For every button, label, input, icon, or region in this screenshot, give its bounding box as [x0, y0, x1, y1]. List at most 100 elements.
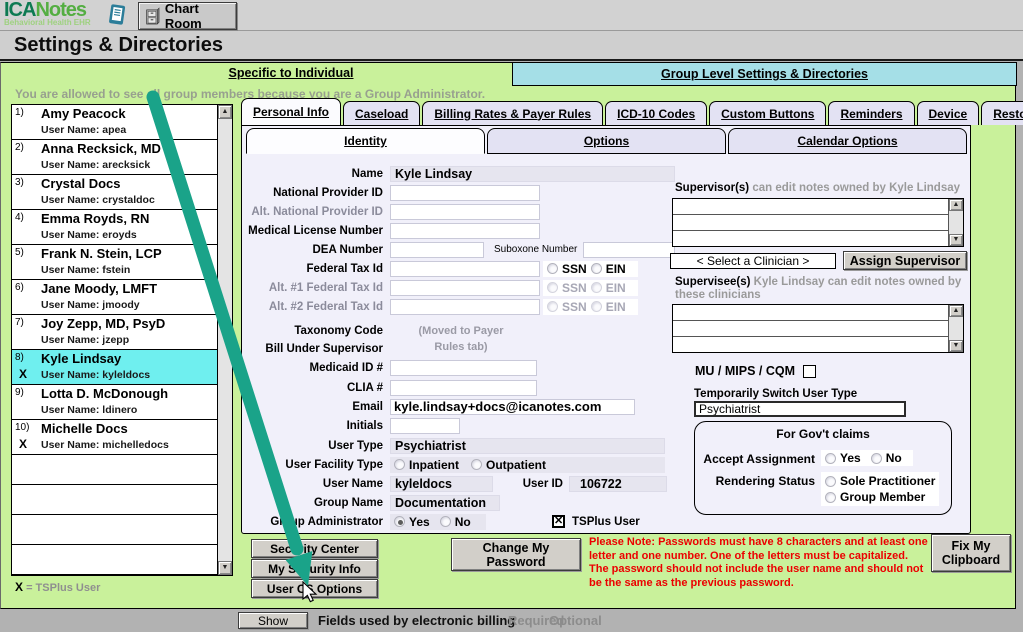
alt-npi-input[interactable] — [390, 204, 540, 220]
user-facility-label: User Facility Type — [247, 459, 383, 471]
user-list-item[interactable]: 7)Joy Zepp, MD, PsyDUser Name: jzepp — [12, 315, 217, 350]
user-list-username: User Name: fstein — [41, 264, 130, 276]
supervisor-listbox-scrollbar[interactable]: ▲ ▼ — [948, 199, 963, 246]
user-list-item[interactable]: 9)Lotta D. McDonoughUser Name: ldinero — [12, 385, 217, 420]
mu-mips-cqm-row: MU / MIPS / CQM — [695, 364, 816, 378]
select-clinician-dropdown[interactable]: < Select a Clinician > — [670, 253, 836, 269]
user-cs-options-button[interactable]: User CS Options — [251, 579, 378, 598]
switch-user-type-input[interactable] — [694, 401, 906, 417]
user-list-item[interactable]: 3)Crystal DocsUser Name: crystaldoc — [12, 175, 217, 210]
medical-license-input[interactable] — [390, 223, 540, 239]
subtab-identity[interactable]: Identity — [246, 128, 485, 154]
tab-specific-to-individual[interactable]: Specific to Individual — [81, 66, 501, 80]
alt2-ssn-radio[interactable] — [547, 301, 558, 312]
group-member-radio[interactable] — [825, 492, 836, 503]
user-list-item[interactable]: 2)Anna Recksick, MDUser Name: arecksick — [12, 140, 217, 175]
personal-info-panel: IdentityOptionsCalendar Options Name Kyl… — [241, 125, 971, 534]
ein-radio[interactable] — [591, 263, 602, 274]
user-list-item[interactable]: 5)Frank N. Stein, LCPUser Name: fstein — [12, 245, 217, 280]
user-list-item[interactable]: 1)Amy PeacockUser Name: apea — [12, 105, 217, 140]
user-name-field[interactable]: kyleldocs — [390, 476, 493, 492]
accept-no-radio[interactable] — [871, 453, 882, 464]
email-input[interactable] — [390, 399, 635, 415]
moved-to-payer-note: (Moved to Payer Rules tab) — [402, 323, 520, 355]
tab-reminders[interactable]: Reminders — [828, 101, 914, 125]
subtab-options[interactable]: Options — [487, 128, 726, 154]
alt-npi-label: Alt. National Provider ID — [247, 206, 383, 218]
user-type-row: User Type Psychiatrist — [247, 437, 665, 454]
suboxone-input[interactable] — [583, 242, 675, 258]
user-list-empty-row[interactable] — [12, 545, 217, 575]
tsplus-checkbox[interactable] — [552, 515, 565, 528]
federal-tax-input[interactable] — [390, 261, 540, 277]
user-list-item[interactable]: 8)Kyle LindsayUser Name: kyleldocsX — [12, 350, 217, 385]
user-type-field[interactable]: Psychiatrist — [390, 438, 665, 454]
dea-input[interactable] — [390, 242, 484, 258]
initials-input[interactable] — [390, 418, 460, 434]
file-cabinet-icon — [145, 6, 160, 27]
supervisee-listbox[interactable]: ▲ ▼ — [672, 304, 964, 353]
ssn-radio[interactable] — [547, 263, 558, 274]
alt2-federal-tax-input[interactable] — [390, 299, 540, 315]
scroll-down-icon[interactable]: ▼ — [949, 234, 963, 246]
group-name-field[interactable]: Documentation — [390, 495, 500, 511]
my-security-info-button[interactable]: My Security Info — [251, 559, 378, 578]
tab-caseload[interactable]: Caseload — [343, 101, 420, 125]
show-button[interactable]: Show — [238, 612, 308, 629]
tab-restore-deleted[interactable]: Restore Deleted — [981, 101, 1023, 125]
scroll-up-icon[interactable]: ▲ — [949, 305, 963, 317]
user-list-number: 10) — [15, 422, 29, 433]
user-list-item[interactable]: 4)Emma Royds, RNUser Name: eroyds — [12, 210, 217, 245]
tab-group-level-settings[interactable]: Group Level Settings & Directories — [512, 62, 1017, 86]
user-list-empty-row[interactable] — [12, 485, 217, 515]
user-list-name: Crystal Docs — [41, 176, 120, 191]
tab-personal-info[interactable]: Personal Info — [241, 98, 341, 125]
name-field[interactable]: Kyle Lindsay — [390, 166, 675, 182]
security-center-button[interactable]: Security Center — [251, 539, 378, 558]
federal-tax-label: Federal Tax Id — [247, 263, 383, 275]
settings-directories-window: ICANotes Behavioral Health EHR — [0, 0, 1023, 632]
alt2-ein-radio[interactable] — [591, 301, 602, 312]
user-list-scrollbar[interactable]: ▲ ▼ — [217, 105, 232, 575]
tab-billing-rates-payer-rules[interactable]: Billing Rates & Payer Rules — [422, 101, 603, 125]
mu-mips-cqm-checkbox[interactable] — [803, 365, 816, 378]
taxonomy-label: Taxonomy Code — [247, 325, 383, 337]
scroll-down-icon[interactable]: ▼ — [949, 340, 963, 352]
group-admin-yes-radio[interactable] — [394, 516, 405, 527]
subtab-calendar-options[interactable]: Calendar Options — [728, 128, 967, 154]
scroll-up-icon[interactable]: ▲ — [218, 105, 232, 119]
scroll-up-icon[interactable]: ▲ — [949, 199, 963, 211]
chart-room-button[interactable]: Chart Room — [138, 2, 237, 30]
assign-supervisor-button[interactable]: Assign Supervisor — [843, 251, 967, 270]
inpatient-radio[interactable] — [394, 459, 405, 470]
tab-device[interactable]: Device — [917, 101, 980, 125]
accept-yes-radio[interactable] — [825, 453, 836, 464]
medical-license-row: Medical License Number — [247, 222, 540, 239]
sole-practitioner-radio[interactable] — [825, 476, 836, 487]
supervisor-listbox[interactable]: ▲ ▼ — [672, 198, 964, 247]
user-name-row: User Name kyleldocs User ID 106722 — [247, 475, 667, 492]
npi-input[interactable] — [390, 185, 540, 201]
user-list-empty-row[interactable] — [12, 515, 217, 545]
user-list-number: 6) — [15, 282, 24, 293]
alt1-ein-radio[interactable] — [591, 282, 602, 293]
change-password-button[interactable]: Change My Password — [451, 538, 581, 571]
supervisee-listbox-scrollbar[interactable]: ▲ ▼ — [948, 305, 963, 352]
fix-clipboard-button[interactable]: Fix My Clipboard — [931, 534, 1011, 572]
top-bar: ICANotes Behavioral Health EHR — [0, 0, 1023, 31]
user-list-number: 1) — [15, 107, 24, 118]
user-list-item[interactable]: 6)Jane Moody, LMFTUser Name: jmoody — [12, 280, 217, 315]
user-list-item[interactable]: 10)Michelle DocsUser Name: michelledocsX — [12, 420, 217, 455]
alt1-federal-tax-input[interactable] — [390, 280, 540, 296]
identity-tab-bar: IdentityOptionsCalendar Options — [246, 128, 969, 154]
medicaid-input[interactable] — [390, 360, 537, 376]
tab-custom-buttons[interactable]: Custom Buttons — [709, 101, 826, 125]
tab-icd-10-codes[interactable]: ICD-10 Codes — [605, 101, 707, 125]
user-list-empty-row[interactable] — [12, 455, 217, 485]
outpatient-radio[interactable] — [471, 459, 482, 470]
scroll-down-icon[interactable]: ▼ — [218, 561, 232, 575]
alt1-ssn-radio[interactable] — [547, 282, 558, 293]
group-admin-no-radio[interactable] — [440, 516, 451, 527]
user-list-username: User Name: eroyds — [41, 229, 137, 241]
clia-input[interactable] — [390, 380, 537, 396]
